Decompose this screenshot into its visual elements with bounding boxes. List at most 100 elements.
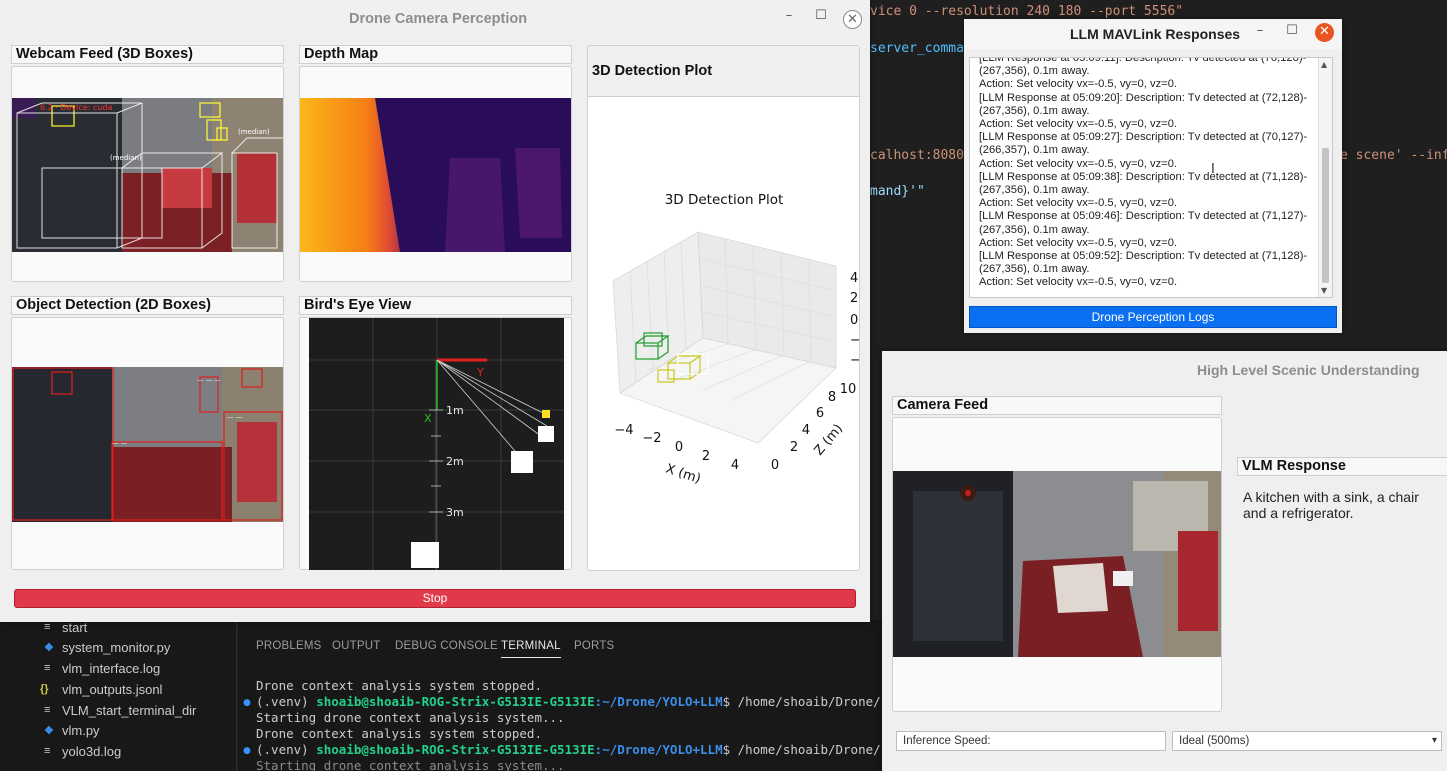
terminal-line: Drone context analysis system stopped.: [256, 678, 542, 693]
file-explorer: ≡ start ❖ system_monitor.py ≡ vlm_interface…: [0, 620, 237, 771]
cwd-path: :~/Drone/YOLO+LLM: [594, 694, 723, 709]
z-tick: 4: [802, 423, 810, 438]
x-tick: 4: [731, 458, 739, 473]
y-tick: 2: [850, 291, 858, 306]
file-name: vlm_interface.log: [62, 661, 161, 676]
camera-feed-image: [893, 471, 1221, 657]
terminal-line: Drone context analysis system stopped.: [256, 726, 542, 741]
file-name: vlm.py: [62, 723, 100, 738]
tab-terminal[interactable]: TERMINAL: [501, 640, 561, 658]
scroll-up-icon[interactable]: ▲: [1321, 60, 1327, 69]
user-host: shoaib@shoaib-ROG-Strix-G513IE-G513IE: [316, 742, 595, 757]
explorer-file-vlm-interface-log[interactable]: ≡ vlm_interface.log: [44, 661, 161, 676]
detection-panel: — — — — — — —: [11, 317, 284, 570]
log-line: [LLM Response at 05:09:52]: Description:…: [979, 250, 1308, 276]
explorer-file-vlm-py[interactable]: ❖ vlm.py: [44, 723, 100, 738]
3d-detection-chart: 3D Detection Plot −4 −2 0 2 4 X (m) 0 2 …: [612, 192, 859, 487]
tab-output[interactable]: OUTPUT: [332, 640, 380, 652]
stop-button[interactable]: Stop: [14, 589, 856, 608]
svg-text:— —: — —: [112, 439, 128, 447]
log-text: [LLM Response at 05:09:11]: Description:…: [979, 58, 1315, 290]
log-scrollbar[interactable]: ▲ ▼: [1318, 58, 1332, 297]
explorer-file-system-monitor[interactable]: ❖ system_monitor.py: [44, 640, 171, 655]
close-icon[interactable]: ✕: [1315, 23, 1334, 42]
json-file-icon: {}: [40, 683, 49, 695]
svg-text:— —: — —: [227, 413, 243, 421]
code-line: vice 0 --resolution 240 180 --port 5556": [870, 4, 1184, 19]
tab-debug-console[interactable]: DEBUG CONSOLE: [395, 640, 498, 652]
file-icon: ≡: [44, 621, 51, 633]
explorer-file-yolo3d-log[interactable]: ≡ yolo3d.log: [44, 744, 121, 759]
x-tick: −2: [642, 431, 661, 446]
inference-speed-select[interactable]: Ideal (500ms) ▾: [1172, 731, 1442, 751]
terminal-line: Starting drone context analysis system..…: [256, 758, 565, 771]
window-title: High Level Scenic Understanding: [1197, 362, 1420, 378]
x-tick: 0: [675, 440, 683, 455]
terminal-line: Starting drone context analysis system..…: [256, 710, 565, 725]
titlebar: Drone Camera Perception – ☐ ✕: [0, 0, 870, 38]
z-axis-label: Z (m): [812, 421, 847, 458]
y-tick: 4: [850, 271, 858, 286]
bev-x-axis-label: X: [424, 412, 432, 425]
log-line: [LLM Response at 05:09:20]: Description:…: [979, 91, 1308, 117]
log-line: [LLM Response at 05:09:46]: Description:…: [979, 210, 1308, 236]
inference-speed-label: Inference Speed:: [896, 731, 1166, 751]
bev-panel: Y X 1m 2m 3m: [299, 317, 572, 570]
terminal-prompt-dot-icon: ●: [243, 746, 251, 756]
explorer-file-vlm-outputs[interactable]: {} vlm_outputs.jsonl: [40, 682, 162, 697]
panel-title-webcam: Webcam Feed (3D Boxes): [11, 45, 284, 64]
log-line: [LLM Response at 05:09:27]: Description:…: [979, 131, 1308, 157]
minimize-icon[interactable]: –: [780, 8, 798, 23]
3d-plot-header: 3D Detection Plot: [588, 46, 859, 97]
titlebar: High Level Scenic Understanding: [882, 351, 1447, 387]
bev-distance-label: 1m: [446, 404, 464, 417]
tab-problems[interactable]: PROBLEMS: [256, 640, 322, 652]
y-tick: −2: [850, 333, 859, 348]
object-detection-image: — — — — — — —: [12, 367, 283, 522]
titlebar: LLM MAVLink Responses – ☐ ✕: [964, 19, 1342, 49]
webcam-overlay-text: 6.2 · Device: cuda: [40, 103, 112, 112]
minimize-icon[interactable]: –: [1251, 23, 1269, 38]
close-icon[interactable]: ✕: [843, 10, 862, 29]
window-title: Drone Camera Perception: [349, 11, 528, 27]
command: $ /home/shoaib/Drone/: [722, 694, 881, 709]
y-tick: 0: [850, 313, 858, 328]
explorer-file-vlm-start-terminal[interactable]: ≡ VLM_start_terminal_dir: [44, 703, 196, 718]
bev-distance-label: 3m: [446, 506, 464, 519]
user-host: shoaib@shoaib-ROG-Strix-G513IE-G513IE: [316, 694, 595, 709]
log-line: Action: Set velocity vx=-0.5, vy=0, vz=0…: [979, 197, 1178, 210]
log-line: [LLM Response at 05:09:38]: Description:…: [979, 170, 1308, 197]
explorer-file-start[interactable]: ≡ start: [44, 620, 88, 635]
maximize-icon[interactable]: ☐: [812, 8, 830, 23]
file-name: system_monitor.py: [62, 640, 171, 655]
python-file-icon: ❖: [44, 725, 54, 737]
scrollbar-thumb[interactable]: [1322, 148, 1329, 283]
window-title: LLM MAVLink Responses: [1070, 26, 1241, 42]
x-tick: −4: [614, 423, 633, 438]
venv-label: (.venv): [256, 742, 317, 757]
venv-label: (.venv): [256, 694, 317, 709]
maximize-icon[interactable]: ☐: [1283, 23, 1301, 38]
scroll-down-icon[interactable]: ▼: [1321, 286, 1327, 295]
terminal-prompt: (.venv) shoaib@shoaib-ROG-Strix-G513IE-G…: [256, 694, 881, 709]
bev-distance-label: 2m: [446, 455, 464, 468]
code-line: calhost:8080: [870, 148, 964, 163]
x-axis-label: X (m): [664, 462, 703, 487]
panel-title-depth: Depth Map: [299, 45, 572, 64]
file-icon: ≡: [44, 662, 51, 674]
z-tick: 10: [840, 382, 857, 397]
z-tick: 0: [771, 458, 779, 473]
bottom-panel: PROBLEMS OUTPUT DEBUG CONSOLE TERMINAL P…: [238, 620, 883, 771]
code-line: server_comma: [870, 41, 964, 56]
llm-log-textarea[interactable]: [LLM Response at 05:09:11]: Description:…: [969, 57, 1333, 298]
python-file-icon: ❖: [44, 642, 54, 654]
file-name: start: [62, 620, 88, 635]
high-level-scenic-window: High Level Scenic Understanding Camera F…: [882, 351, 1447, 771]
z-tick: 8: [828, 390, 836, 405]
drone-perception-logs-button[interactable]: Drone Perception Logs: [969, 306, 1337, 328]
x-tick: 2: [702, 449, 710, 464]
tab-ports[interactable]: PORTS: [574, 640, 614, 652]
log-line: Action: Set velocity vx=-0.5, vy=0, vz=0…: [979, 78, 1178, 91]
panel-title-3d-plot: 3D Detection Plot: [592, 63, 713, 79]
log-line: Action: Set velocity vx=-0.5, vy=0, vz=0…: [979, 157, 1178, 170]
